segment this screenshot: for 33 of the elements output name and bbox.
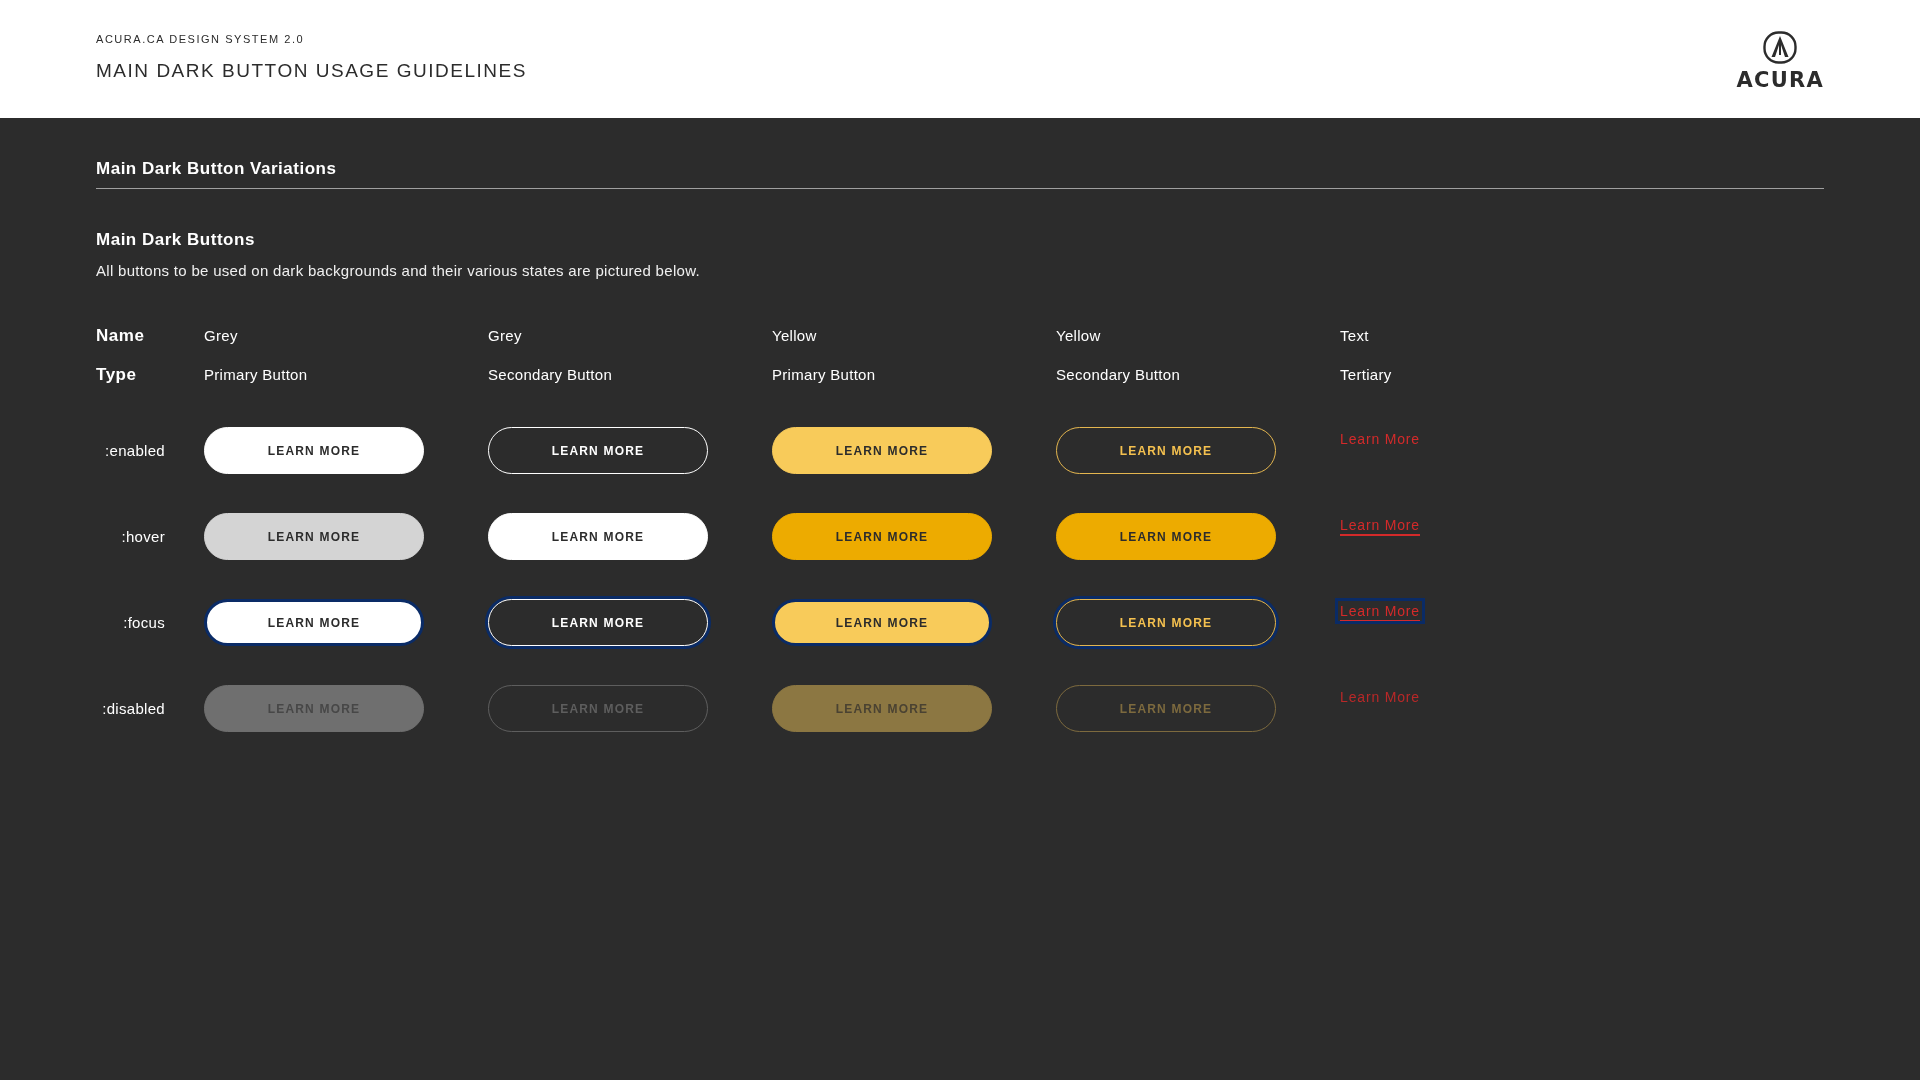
column-name: Yellow (1056, 326, 1101, 346)
eyebrow-title: ACURA.CA DESIGN SYSTEM 2.0 (96, 32, 306, 47)
pill-button[interactable]: LEARN MORE (488, 513, 708, 560)
description-text: All buttons to be used on dark backgrounds and their various states are pictured below. (96, 261, 701, 281)
pill-button[interactable]: LEARN MORE (772, 513, 992, 560)
pill-button[interactable]: LEARN MORE (204, 513, 424, 560)
column-type: Secondary Button (488, 365, 613, 385)
column-type: Secondary Button (1056, 365, 1181, 385)
subsection-title: Main Dark Buttons (96, 229, 256, 251)
row-label: Type (96, 364, 137, 386)
section-title: Main Dark Button Variations (96, 158, 338, 180)
column-type: Primary Button (204, 365, 308, 385)
logo-wordmark: ACURA (1736, 70, 1824, 90)
page-title: MAIN DARK BUTTON USAGE GUIDELINES (96, 59, 527, 83)
pill-button[interactable]: LEARN MORE (772, 599, 992, 646)
column-name: Grey (204, 326, 238, 346)
column-name: Yellow (772, 326, 817, 346)
column-name: Text (1340, 326, 1369, 346)
pill-button[interactable]: LEARN MORE (204, 427, 424, 474)
column-type: Primary Button (772, 365, 876, 385)
pill-button[interactable]: LEARN MORE (1056, 513, 1276, 560)
pill-button[interactable]: LEARN MORE (1056, 599, 1276, 646)
row-label: Name (96, 325, 145, 347)
pill-button[interactable]: LEARN MORE (204, 599, 424, 646)
column-type: Tertiary (1340, 365, 1392, 385)
column-name: Grey (488, 326, 522, 346)
state-label: :enabled (105, 440, 165, 461)
state-label: :disabled (102, 698, 165, 719)
pill-button[interactable]: LEARN MORE (488, 599, 708, 646)
state-label: :hover (121, 526, 165, 547)
logo-emblem-icon (1763, 31, 1798, 64)
pill-button[interactable]: LEARN MORE (772, 427, 992, 474)
state-label: :focus (123, 612, 165, 633)
